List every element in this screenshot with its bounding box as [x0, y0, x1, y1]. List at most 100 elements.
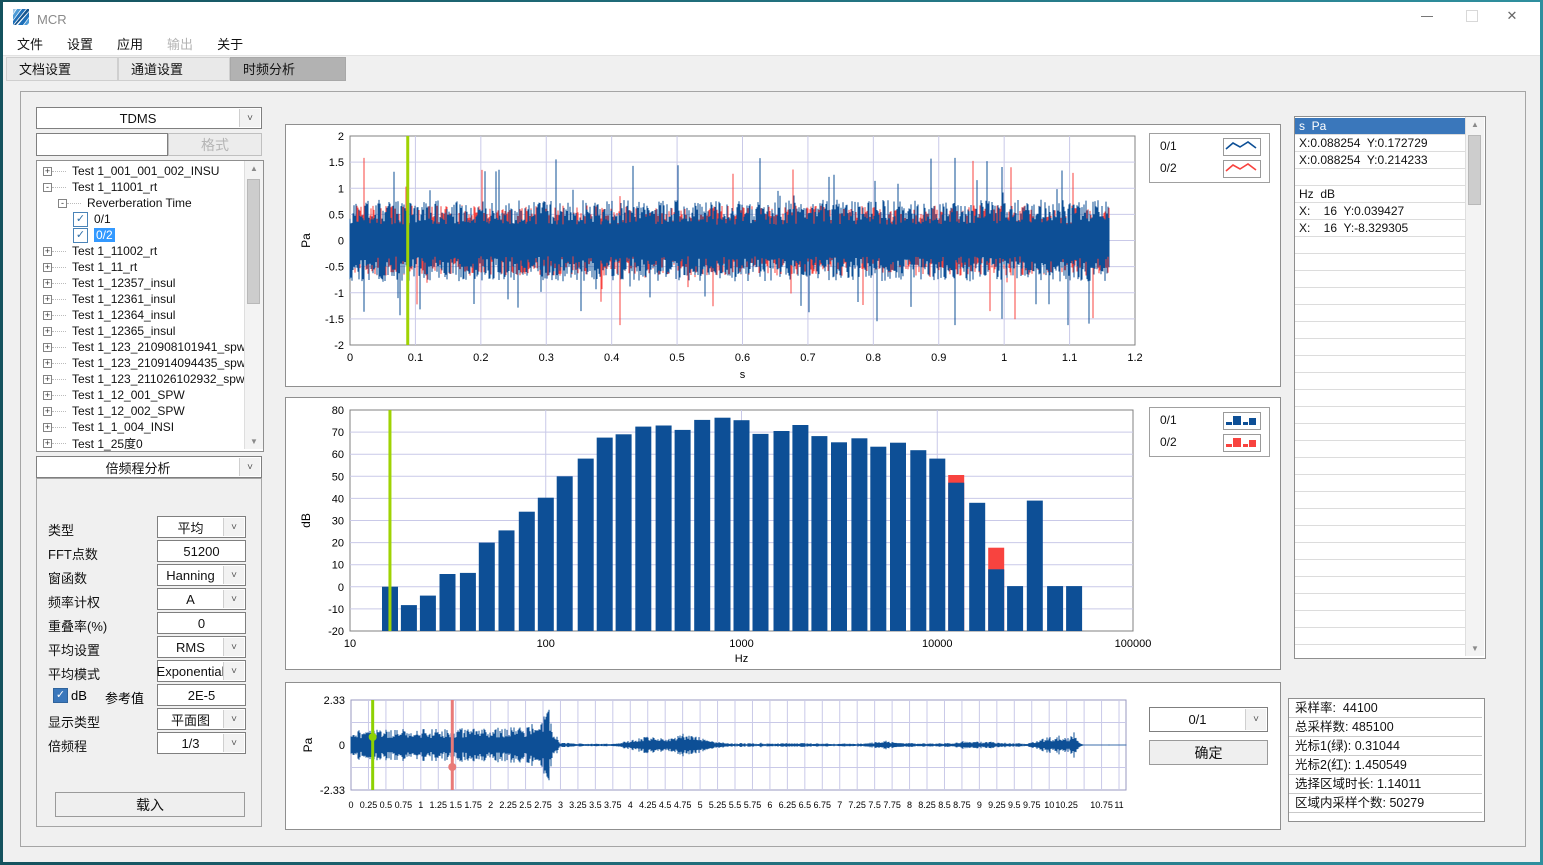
setting-display-type-select[interactable]: 平面图˅: [157, 708, 246, 730]
legend-item-0-2[interactable]: 0/2: [1150, 431, 1267, 453]
readout-row[interactable]: Hz dB: [1295, 186, 1465, 203]
menu-item-file[interactable]: 文件: [17, 34, 43, 53]
chevron-down-icon[interactable]: ˅: [239, 458, 260, 476]
tree-item-label[interactable]: Test 1_12361_insul: [72, 292, 175, 306]
tab-channel-settings[interactable]: 通道设置: [118, 57, 230, 81]
close-button[interactable]: ✕: [1495, 3, 1529, 29]
readout-row[interactable]: [1295, 390, 1465, 407]
tree-item-label[interactable]: Test 1_11001_rt: [72, 180, 157, 194]
readout-row[interactable]: X:0.088254 Y:0.172729: [1295, 135, 1465, 152]
tree-item-label[interactable]: Test 1_123_211026102932_spw: [72, 372, 245, 386]
expand-icon[interactable]: +: [43, 343, 52, 352]
tree-item[interactable]: +Test 1_11002_rt: [37, 243, 243, 259]
readout-row[interactable]: [1295, 509, 1465, 526]
chevron-down-icon[interactable]: ˅: [223, 566, 244, 584]
confirm-button[interactable]: 确定: [1149, 740, 1268, 765]
setting-db-reference-input[interactable]: 2E-5: [157, 684, 246, 706]
readout-row[interactable]: [1295, 237, 1465, 254]
expand-icon[interactable]: +: [43, 423, 52, 432]
tree-item-label[interactable]: Test 1_123_210914094435_spw: [72, 356, 245, 370]
tree-item[interactable]: + Test 1_12357_insul: [37, 275, 243, 291]
tree-item[interactable]: +Test 1_12364_insul: [37, 307, 243, 323]
tree-item-label[interactable]: Test 1_25度0: [72, 435, 143, 452]
tree-item[interactable]: +Test 1_12365_insul: [37, 323, 243, 339]
tree-item[interactable]: + Test 1_12361_insul: [37, 291, 243, 307]
tree-item-label[interactable]: Test 1_12364_insul: [72, 308, 175, 322]
readout-row[interactable]: [1295, 441, 1465, 458]
readout-row[interactable]: [1295, 339, 1465, 356]
readout-row[interactable]: [1295, 475, 1465, 492]
tree-item[interactable]: - Reverberation Time: [37, 195, 243, 211]
readout-row[interactable]: [1295, 407, 1465, 424]
readout-scrollbar-thumb[interactable]: [1468, 135, 1481, 205]
tree-item-label[interactable]: Test 1_12357_insul: [72, 276, 175, 290]
tree-item[interactable]: + Test 1_123_210908101941_spw: [37, 339, 243, 355]
menu-item-application[interactable]: 应用: [117, 34, 143, 53]
setting-average-setting-select[interactable]: RMS˅: [157, 636, 246, 658]
readout-row[interactable]: [1295, 492, 1465, 509]
readout-scrollbar[interactable]: ▲ ▼: [1465, 117, 1484, 656]
tree-item[interactable]: + Test 1_12_001_SPW: [37, 387, 243, 403]
time-waveform-chart[interactable]: -2-1.5-1-0.500.511.5200.10.20.30.40.50.6…: [286, 125, 1278, 384]
readout-row[interactable]: X:0.088254 Y:0.214233: [1295, 152, 1465, 169]
readout-row[interactable]: [1295, 356, 1465, 373]
collapse-icon[interactable]: -: [43, 183, 52, 192]
legend-item-0-1[interactable]: 0/1: [1150, 409, 1267, 431]
expand-icon[interactable]: +: [43, 295, 52, 304]
readout-row[interactable]: X: 16 Y:-8.329305: [1295, 220, 1465, 237]
analysis-type-select[interactable]: 倍频程分析 ˅: [36, 456, 262, 478]
tree-item-label[interactable]: 0/2: [94, 228, 115, 242]
readout-row[interactable]: [1295, 373, 1465, 390]
menu-item-output[interactable]: 输出: [167, 34, 193, 53]
expand-icon[interactable]: +: [43, 391, 52, 400]
chevron-down-icon[interactable]: ˅: [223, 590, 244, 608]
overview-channel-select[interactable]: 0/1 ˅: [1149, 707, 1268, 732]
chevron-down-icon[interactable]: ˅: [223, 518, 244, 536]
setting-average-mode-select[interactable]: Exponential˅: [157, 660, 246, 682]
scroll-up-icon[interactable]: ▲: [245, 161, 263, 176]
readout-row[interactable]: [1295, 424, 1465, 441]
expand-icon[interactable]: +: [43, 247, 52, 256]
readout-row[interactable]: [1295, 628, 1465, 645]
octave-spectrum-chart[interactable]: -20-100102030405060708010100100010000100…: [286, 398, 1278, 667]
menu-item-about[interactable]: 关于: [217, 34, 243, 53]
tree-item[interactable]: +Test 1_123_211026102932_spw: [37, 371, 243, 387]
readout-row[interactable]: [1295, 254, 1465, 271]
setting-frequency-weighting-select[interactable]: A˅: [157, 588, 246, 610]
legend-item-0-1[interactable]: 0/1: [1150, 135, 1267, 157]
filter-input[interactable]: [36, 133, 168, 156]
readout-row[interactable]: s Pa: [1295, 118, 1465, 135]
tree-item[interactable]: +Test 1_123_210914094435_spw: [37, 355, 243, 371]
tree-item[interactable]: ✓0/2: [37, 227, 243, 243]
setting-window-function-select[interactable]: Hanning˅: [157, 564, 246, 586]
tree-item[interactable]: + Test 1_25度0: [37, 435, 243, 451]
tree-item-label[interactable]: Reverberation Time: [87, 196, 192, 210]
readout-row[interactable]: [1295, 594, 1465, 611]
expand-icon[interactable]: +: [43, 279, 52, 288]
collapse-icon[interactable]: -: [58, 199, 67, 208]
tab-document-settings[interactable]: 文档设置: [6, 57, 118, 81]
tree-item-label[interactable]: Test 1_12_001_SPW: [72, 388, 185, 402]
readout-row[interactable]: [1295, 288, 1465, 305]
tree-item[interactable]: + Test 1_1_004_INSI: [37, 419, 243, 435]
minimize-button[interactable]: [1410, 3, 1444, 29]
readout-row[interactable]: [1295, 169, 1465, 186]
expand-icon[interactable]: +: [43, 167, 52, 176]
tree-item[interactable]: ✓0/1: [37, 211, 243, 227]
expand-icon[interactable]: +: [43, 439, 52, 448]
setting-type-select[interactable]: 平均˅: [157, 516, 246, 538]
chevron-down-icon[interactable]: ˅: [223, 638, 244, 656]
tree-item-label[interactable]: Test 1_1_004_INSI: [72, 420, 174, 434]
chevron-down-icon[interactable]: ˅: [223, 710, 244, 728]
readout-row[interactable]: [1295, 305, 1465, 322]
tree-scrollbar-thumb[interactable]: [247, 179, 260, 304]
tree-scrollbar[interactable]: ▲ ▼: [244, 161, 263, 449]
tab-time-frequency-analysis[interactable]: 时频分析: [230, 57, 346, 81]
legend-item-0-2[interactable]: 0/2: [1150, 157, 1267, 179]
scroll-up-icon[interactable]: ▲: [1466, 117, 1484, 132]
tree-item-label[interactable]: Test 1_123_210908101941_spw: [72, 340, 245, 354]
setting-octave-fraction-select[interactable]: 1/3˅: [157, 732, 246, 754]
tree-item-label[interactable]: Test 1_11_rt: [72, 260, 137, 274]
overview-waveform-chart[interactable]: 2.330-2.3300.250.50.7511.251.51.7522.252…: [286, 683, 1278, 827]
chevron-down-icon[interactable]: ˅: [223, 734, 244, 752]
